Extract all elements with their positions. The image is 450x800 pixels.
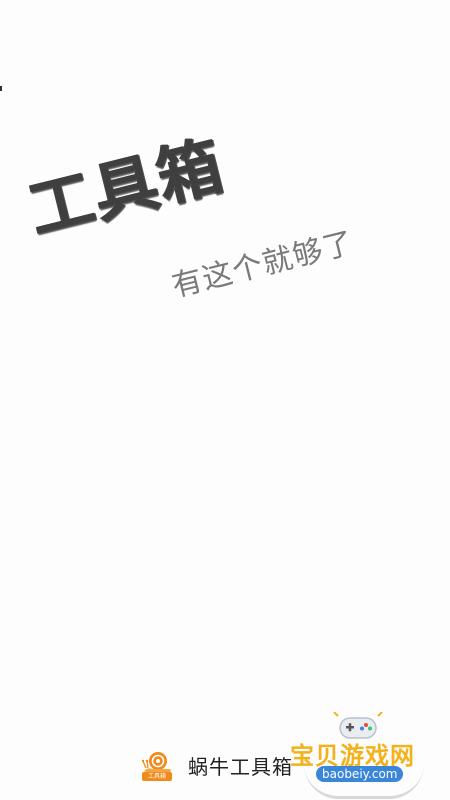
brand-footer: 工具箱 蜗牛工具箱	[140, 748, 293, 782]
logo-caption: 工具箱	[142, 772, 172, 781]
snail-logo-icon: 工具箱	[140, 749, 174, 781]
watermark-url: baobeiy.com	[316, 766, 404, 782]
splash-screen: 工具箱 有这个就够了 工具箱 蜗牛工具箱 宝贝游戏网 baobeiy.com	[0, 0, 450, 800]
app-name: 蜗牛工具箱	[188, 754, 293, 779]
splash-title: 工具箱	[21, 127, 232, 249]
watermark: 宝贝游戏网 baobeiy.com	[290, 706, 430, 799]
edge-mark	[0, 86, 2, 91]
